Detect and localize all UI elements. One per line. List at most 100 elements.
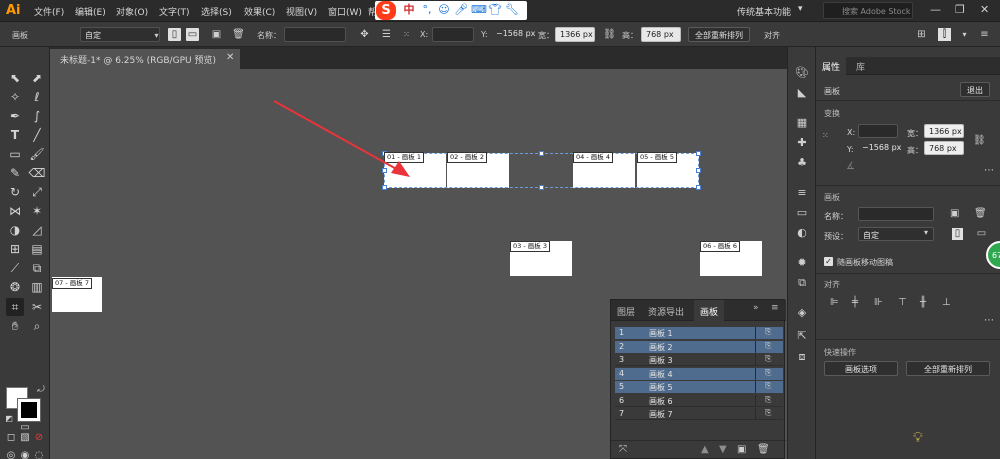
direct-selection-tool-icon[interactable]: ⬈ — [28, 69, 46, 87]
scale-tool-icon[interactable]: ⤢ — [28, 183, 46, 201]
lasso-tool-icon[interactable]: ℓ — [28, 88, 46, 106]
height-field[interactable]: 768 px — [641, 27, 681, 42]
chevron-down-icon[interactable]: ▾ — [798, 4, 803, 14]
move-up-icon[interactable]: ▲ — [701, 444, 709, 455]
artboard-tool-icon[interactable]: ⌗ — [6, 298, 24, 316]
width-field[interactable]: 1366 px — [924, 124, 964, 138]
arrange-documents-icon[interactable]: ⊞ — [915, 28, 928, 41]
artboard-list-row[interactable]: 3 画板 3 ⎘ — [615, 354, 783, 366]
reference-point-icon[interactable]: ⁙ — [400, 28, 413, 41]
artboard-list-row[interactable]: 2 画板 2 ⎘ — [615, 340, 783, 353]
align-vertical-center-icon[interactable]: ╫ — [920, 297, 926, 308]
symbols-icon[interactable]: ♣ — [794, 155, 810, 171]
menu-select[interactable]: 选择(S) — [201, 5, 232, 18]
rectangle-tool-icon[interactable]: ▭ — [6, 145, 24, 163]
collapse-panel-icon[interactable]: » — [751, 300, 761, 321]
new-artboard-icon[interactable]: ▣ — [737, 444, 746, 455]
emoji-icon[interactable]: ☺ — [437, 3, 451, 17]
pen-tool-icon[interactable]: ✒ — [6, 107, 24, 125]
workspace-switcher[interactable]: 传统基本功能 — [737, 5, 791, 18]
artboard-options-icon[interactable]: ⎘ — [765, 341, 771, 351]
perspective-grid-tool-icon[interactable]: ◿ — [28, 221, 46, 239]
menu-window[interactable]: 窗口(W) — [328, 5, 362, 18]
artboard-list-row[interactable]: 5 画板 5 ⎘ — [615, 381, 783, 393]
graphic-styles-icon[interactable]: ✹ — [794, 255, 810, 271]
stock-search-input[interactable]: 搜索 Adobe Stock — [823, 2, 913, 19]
stroke-color-swatch[interactable] — [17, 398, 41, 422]
y-field[interactable]: −1568 px — [492, 27, 536, 42]
eyedropper-tool-icon[interactable]: ⟋ — [6, 259, 24, 277]
restore-icon[interactable]: ❐ — [955, 3, 965, 16]
puppet-warp-tool-icon[interactable]: ✶ — [28, 202, 46, 220]
mesh-tool-icon[interactable]: ⊞ — [6, 240, 24, 258]
punctuation-icon[interactable]: °, — [420, 3, 434, 17]
sogou-logo-icon[interactable]: S — [376, 1, 396, 20]
line-tool-icon[interactable]: ╱ — [28, 126, 46, 144]
menu-file[interactable]: 文件(F) — [34, 5, 64, 18]
tab-properties[interactable]: 属性 — [816, 57, 847, 75]
preset-dropdown[interactable]: 自定 — [80, 27, 160, 42]
menu-edit[interactable]: 编辑(E) — [75, 5, 106, 18]
paintbrush-tool-icon[interactable]: 🖌︎ — [28, 145, 46, 163]
menu-object[interactable]: 对象(O) — [116, 5, 148, 18]
rotate-tool-icon[interactable]: ↻ — [6, 183, 24, 201]
artboard-options-icon[interactable]: ⎘ — [765, 381, 771, 391]
minimize-icon[interactable]: — — [930, 3, 941, 16]
landscape-icon[interactable]: ▭ — [186, 28, 199, 41]
y-field[interactable]: −1568 px — [858, 141, 901, 155]
x-field[interactable] — [432, 27, 474, 42]
tab-layers[interactable]: 图层 — [611, 300, 641, 321]
align-right-icon[interactable]: ⊪ — [874, 297, 883, 308]
shaper-tool-icon[interactable]: ✎ — [6, 164, 24, 182]
align-top-icon[interactable]: ⊤ — [898, 297, 907, 308]
wrench-icon[interactable]: 🔧︎ — [505, 3, 519, 17]
align-horizontal-center-icon[interactable]: ╪ — [852, 297, 858, 308]
color-guide-icon[interactable]: 🎨︎ — [794, 65, 810, 81]
link-icon[interactable]: ⛓︎ — [603, 28, 616, 41]
rearrange-all-button[interactable]: 全部重新排列 — [688, 27, 750, 42]
column-graph-tool-icon[interactable]: ▥ — [28, 278, 46, 296]
selection-tool-icon[interactable]: ⬉ — [6, 69, 24, 87]
link-icon[interactable]: ⛓︎ — [973, 135, 986, 146]
portrait-icon[interactable]: ▯ — [952, 228, 963, 240]
move-artwork-icon[interactable]: ✥ — [358, 28, 371, 41]
artboard-list-row[interactable]: 6 画板 6 ⎘ — [615, 394, 783, 407]
move-down-icon[interactable]: ▼ — [719, 444, 727, 455]
zoom-tool-icon[interactable]: ⌕ — [28, 317, 46, 335]
gradient-tool-icon[interactable]: ▤ — [28, 240, 46, 258]
align-left-icon[interactable]: ⊫ — [830, 297, 839, 308]
skin-shirt-icon[interactable]: 👕︎ — [488, 3, 502, 17]
tab-libraries[interactable]: 库 — [850, 57, 871, 75]
artboard-name-field[interactable] — [284, 27, 346, 42]
export-icon[interactable]: ⇱ — [794, 328, 810, 344]
landscape-icon[interactable]: ▭ — [976, 228, 987, 240]
panel-menu-icon[interactable]: ≡ — [978, 28, 991, 41]
eraser-tool-icon[interactable]: ⌫ — [28, 164, 46, 182]
artboard-list-row[interactable]: 4 画板 4 ⎘ — [615, 367, 783, 380]
panel-menu-icon[interactable]: ≡ — [769, 300, 781, 321]
trash-icon[interactable]: 🗑︎ — [757, 444, 770, 455]
change-screen-mode-icon[interactable]: ▭ — [16, 419, 34, 437]
artboard-options-icon[interactable]: ⎘ — [765, 354, 771, 364]
transparency-icon[interactable]: ▭ — [794, 205, 810, 221]
stroke-panel-icon[interactable]: ≡ — [794, 185, 810, 201]
curvature-tool-icon[interactable]: ∫ — [28, 107, 46, 125]
artboard-options-icon[interactable]: ⎘ — [765, 368, 771, 378]
rearrange-all-button[interactable]: 全部重新排列 — [906, 361, 990, 376]
lightbulb-icon[interactable]: 💡︎ — [913, 430, 931, 448]
gradient-panel-icon[interactable]: ◣ — [794, 85, 810, 101]
draw-inside-icon[interactable]: ◌ — [30, 447, 48, 459]
new-artboard-icon[interactable]: ▣ — [210, 28, 223, 41]
appearance-icon[interactable]: ◐ — [794, 225, 810, 241]
magic-wand-tool-icon[interactable]: ✧ — [6, 88, 24, 106]
microphone-icon[interactable]: 🎤︎ — [454, 3, 468, 17]
artboard-list-row[interactable]: 1 画板 1 ⎘ — [615, 327, 783, 339]
close-icon[interactable]: ✕ — [980, 3, 989, 16]
links-icon[interactable]: ⧉ — [794, 275, 810, 291]
portrait-icon[interactable]: ▯ — [168, 28, 181, 41]
preset-dropdown[interactable]: 自定 — [858, 227, 934, 241]
more-options-icon[interactable]: ⋯ — [984, 165, 994, 176]
artboard-list-row[interactable]: 7 画板 7 ⎘ — [615, 408, 783, 420]
artboard-name-field[interactable] — [858, 207, 934, 221]
menu-effect[interactable]: 效果(C) — [244, 5, 275, 18]
